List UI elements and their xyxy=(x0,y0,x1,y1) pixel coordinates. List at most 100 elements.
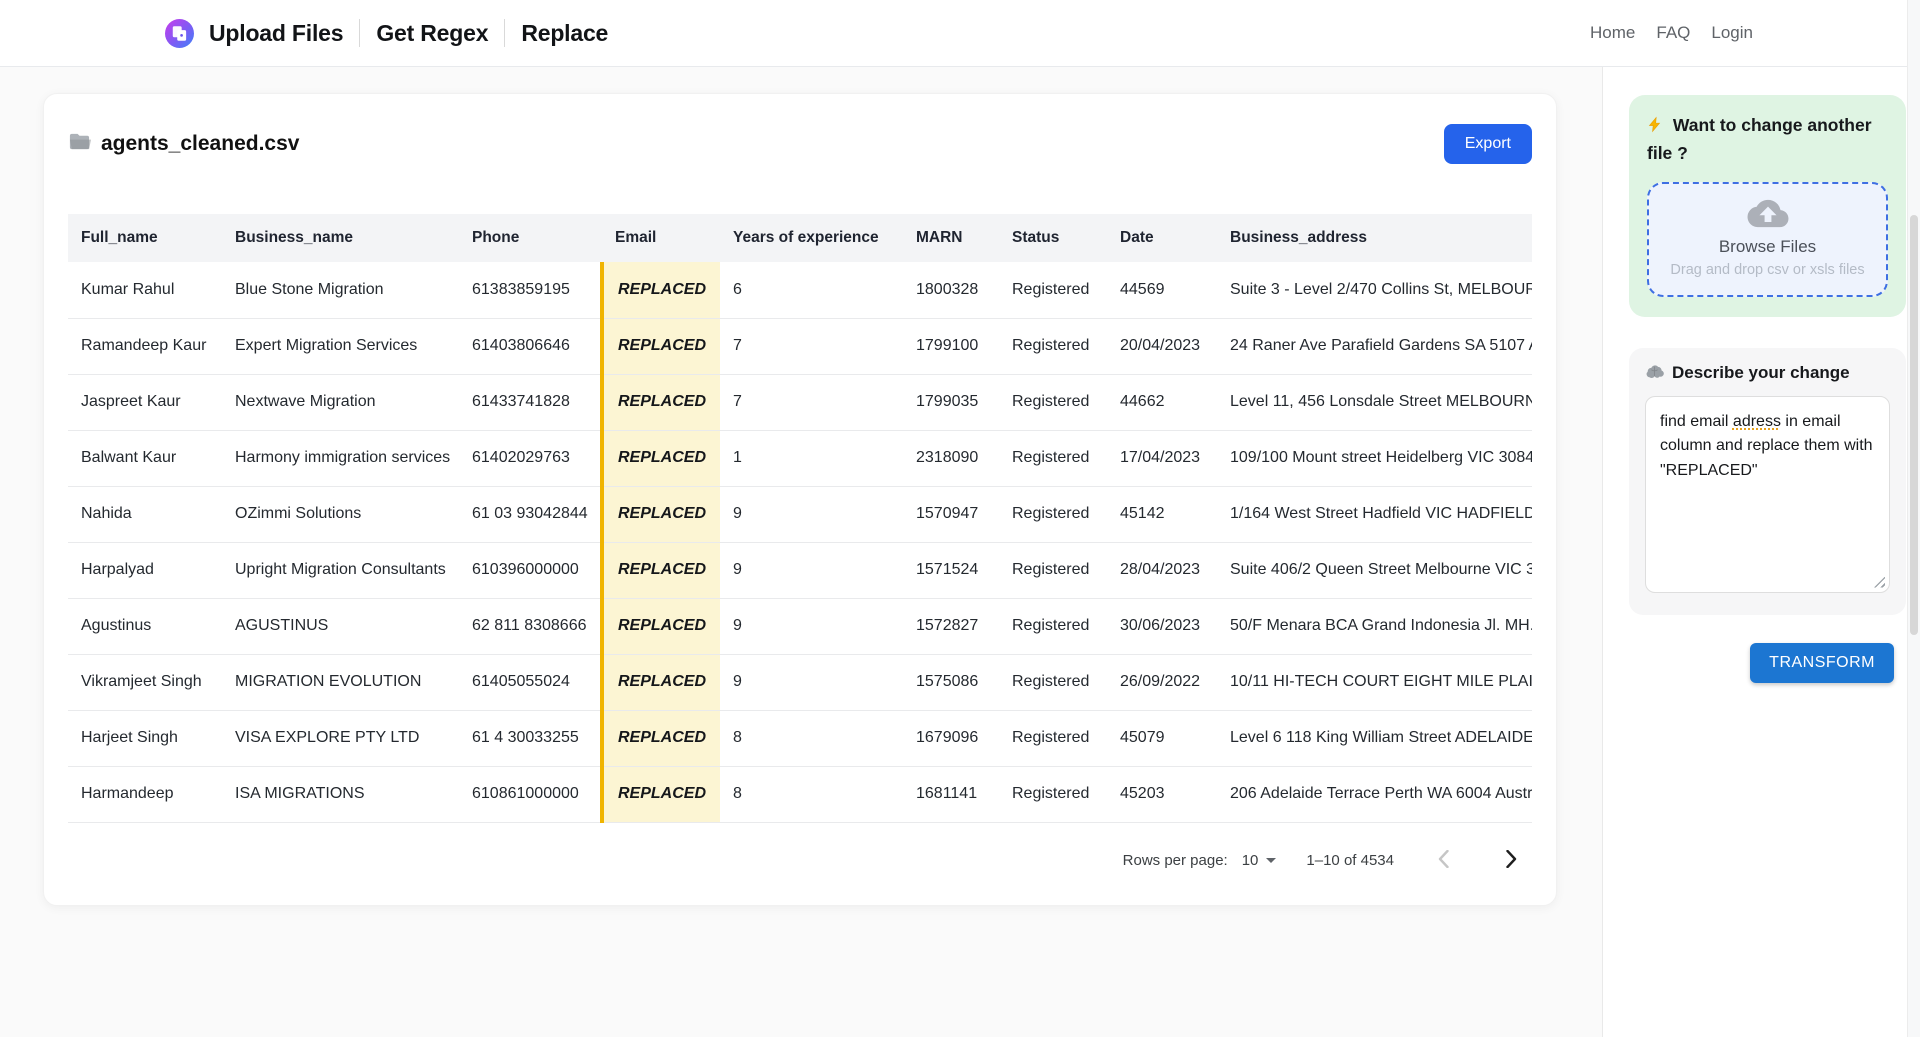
cell-phone: 62 811 8308666 xyxy=(459,598,602,654)
export-button[interactable]: Export xyxy=(1444,124,1532,164)
cell-full-name: Harmandeep xyxy=(68,766,222,822)
nav-home[interactable]: Home xyxy=(1590,23,1635,43)
cell-business-name: Expert Migration Services xyxy=(222,318,459,374)
cell-business-address: 50/F Menara BCA Grand Indonesia Jl. MH. … xyxy=(1217,598,1532,654)
change-description-input[interactable]: find email adress in email column and re… xyxy=(1645,396,1890,593)
cell-business-name: ISA MIGRATIONS xyxy=(222,766,459,822)
cell-phone: 61 03 93042844 xyxy=(459,486,602,542)
cell-date: 26/09/2022 xyxy=(1107,654,1217,710)
cell-full-name: Balwant Kaur xyxy=(68,430,222,486)
file-name: agents_cleaned.csv xyxy=(101,132,299,156)
cell-email: REPLACED xyxy=(602,598,720,654)
file-dropzone[interactable]: Browse Files Drag and drop csv or xsls f… xyxy=(1647,182,1888,297)
page-scrollbar[interactable] xyxy=(1907,0,1920,1037)
brand: Upload Files Get Regex Replace xyxy=(165,19,608,48)
cell-phone: 61 4 30033255 xyxy=(459,710,602,766)
cell-status: Registered xyxy=(999,430,1107,486)
cell-marn: 1572827 xyxy=(903,598,999,654)
scrollbar-thumb[interactable] xyxy=(1910,215,1918,635)
cell-date: 30/06/2023 xyxy=(1107,598,1217,654)
chevron-right-icon xyxy=(1506,850,1517,871)
column-header-full-name: Full_name xyxy=(68,214,222,262)
cell-status: Registered xyxy=(999,766,1107,822)
cell-status: Registered xyxy=(999,318,1107,374)
cell-business-name: Blue Stone Migration xyxy=(222,262,459,318)
cell-business-address: 24 Raner Ave Parafield Gardens SA 5107 A… xyxy=(1217,318,1532,374)
nav-replace[interactable]: Replace xyxy=(521,20,608,47)
cell-date: 45203 xyxy=(1107,766,1217,822)
table-row: AgustinusAGUSTINUS62 811 8308666REPLACED… xyxy=(68,598,1532,654)
column-header-date: Date xyxy=(1107,214,1217,262)
cell-status: Registered xyxy=(999,374,1107,430)
nav-login[interactable]: Login xyxy=(1711,23,1753,43)
pagination: Rows per page: 10 1–10 of 4534 xyxy=(68,841,1532,881)
table-row: Kumar RahulBlue Stone Migration613838591… xyxy=(68,262,1532,318)
cell-business-name: MIGRATION EVOLUTION xyxy=(222,654,459,710)
column-header-business-address: Business_address xyxy=(1217,214,1532,262)
cell-marn: 1799100 xyxy=(903,318,999,374)
next-page-button[interactable] xyxy=(1492,842,1530,880)
table-row: Vikramjeet SinghMIGRATION EVOLUTION61405… xyxy=(68,654,1532,710)
table-row: HarmandeepISA MIGRATIONS610861000000REPL… xyxy=(68,766,1532,822)
change-file-card: Want to change another file ? Browse Fil… xyxy=(1629,95,1906,317)
nav-faq[interactable]: FAQ xyxy=(1656,23,1690,43)
cell-full-name: Agustinus xyxy=(68,598,222,654)
cell-business-address: Suite 3 - Level 2/470 Collins St, MELBOU… xyxy=(1217,262,1532,318)
app-logo-icon[interactable] xyxy=(165,19,194,48)
cell-marn: 1679096 xyxy=(903,710,999,766)
top-right-nav: Home FAQ Login xyxy=(1590,23,1753,43)
table-row: Balwant KaurHarmony immigration services… xyxy=(68,430,1532,486)
cell-status: Registered xyxy=(999,486,1107,542)
describe-change-title-text: Describe your change xyxy=(1672,363,1850,383)
cell-date: 45142 xyxy=(1107,486,1217,542)
cell-full-name: Jaspreet Kaur xyxy=(68,374,222,430)
cell-phone: 61405055024 xyxy=(459,654,602,710)
pagination-range: 1–10 of 4534 xyxy=(1306,852,1394,869)
nav-upload-files[interactable]: Upload Files xyxy=(209,20,343,47)
file-card: agents_cleaned.csv Export Full_nameBusin… xyxy=(43,93,1557,906)
previous-page-button[interactable] xyxy=(1424,842,1462,880)
cell-years-of-experience: 9 xyxy=(720,542,903,598)
cell-email: REPLACED xyxy=(602,374,720,430)
table-row: HarpalyadUpright Migration Consultants61… xyxy=(68,542,1532,598)
data-table: Full_nameBusiness_namePhoneEmailYears of… xyxy=(68,214,1532,823)
cell-phone: 610861000000 xyxy=(459,766,602,822)
transform-button[interactable]: TRANSFORM xyxy=(1750,643,1894,683)
cell-email: REPLACED xyxy=(602,318,720,374)
cell-full-name: Harpalyad xyxy=(68,542,222,598)
cell-date: 17/04/2023 xyxy=(1107,430,1217,486)
chevron-down-icon xyxy=(1266,858,1276,863)
file-card-header: agents_cleaned.csv Export xyxy=(68,124,1532,164)
cell-business-address: 10/11 HI-TECH COURT EIGHT MILE PLAIN xyxy=(1217,654,1532,710)
rows-per-page-value: 10 xyxy=(1242,852,1259,869)
cell-full-name: Kumar Rahul xyxy=(68,262,222,318)
column-header-years-of-experience: Years of experience xyxy=(720,214,903,262)
nav-get-regex[interactable]: Get Regex xyxy=(376,20,488,47)
column-header-status: Status xyxy=(999,214,1107,262)
cell-marn: 1575086 xyxy=(903,654,999,710)
column-header-marn: MARN xyxy=(903,214,999,262)
table-row: NahidaOZimmi Solutions61 03 93042844REPL… xyxy=(68,486,1532,542)
cell-full-name: Ramandeep Kaur xyxy=(68,318,222,374)
table-head: Full_nameBusiness_namePhoneEmailYears of… xyxy=(68,214,1532,262)
cell-business-name: Upright Migration Consultants xyxy=(222,542,459,598)
cell-email: REPLACED xyxy=(602,766,720,822)
cloud-upload-icon xyxy=(1747,215,1789,232)
cell-business-name: Nextwave Migration xyxy=(222,374,459,430)
cell-business-address: Level 6 118 King William Street ADELAIDE… xyxy=(1217,710,1532,766)
rows-per-page-select[interactable]: 10 xyxy=(1242,852,1277,869)
change-file-title-text: Want to change another file ? xyxy=(1647,115,1872,163)
cell-years-of-experience: 9 xyxy=(720,598,903,654)
cell-date: 28/04/2023 xyxy=(1107,542,1217,598)
file-title: agents_cleaned.csv xyxy=(68,130,299,159)
describe-change-title: Describe your change xyxy=(1645,363,1890,383)
cell-marn: 1570947 xyxy=(903,486,999,542)
cell-status: Registered xyxy=(999,262,1107,318)
textarea-resize-handle[interactable] xyxy=(1874,577,1885,588)
cell-business-address: 1/164 West Street Hadfield VIC HADFIELD … xyxy=(1217,486,1532,542)
cell-phone: 61403806646 xyxy=(459,318,602,374)
cell-email: REPLACED xyxy=(602,542,720,598)
cell-marn: 2318090 xyxy=(903,430,999,486)
cell-marn: 1799035 xyxy=(903,374,999,430)
cell-years-of-experience: 6 xyxy=(720,262,903,318)
